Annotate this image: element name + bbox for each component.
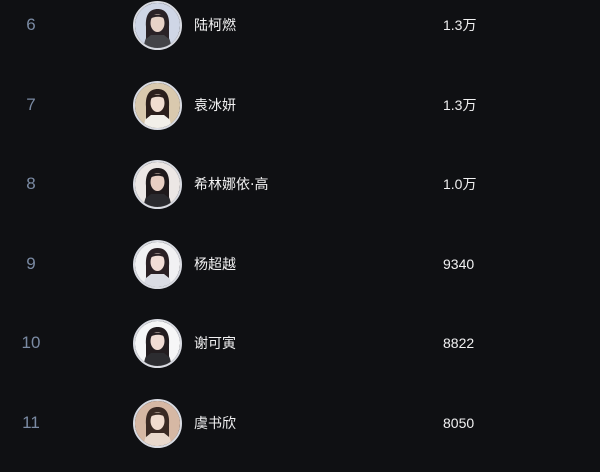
avatar[interactable]	[133, 319, 182, 368]
avatar-photo-icon	[135, 321, 180, 366]
artist-name[interactable]: 陆柯燃	[194, 15, 236, 35]
vote-count: 1.0万	[443, 176, 477, 192]
avatar[interactable]	[133, 160, 182, 209]
ranking-list: 6 陆柯燃 1.3万 7 袁冰妍 1.3万 8 希林娜依·高 1.0万 9 杨超…	[0, 0, 600, 472]
ranking-row[interactable]: 9 杨超越 9340	[0, 224, 600, 304]
artist-name[interactable]: 虞书欣	[194, 413, 236, 433]
vote-count: 8822	[443, 335, 475, 351]
rank-number: 11	[22, 413, 40, 432]
rank-number: 10	[21, 333, 41, 352]
avatar-photo-icon	[135, 3, 180, 48]
avatar[interactable]	[133, 1, 182, 50]
avatar[interactable]	[133, 399, 182, 448]
ranking-row[interactable]: 11 虞书欣 8050	[0, 383, 600, 463]
rank-number: 9	[26, 254, 36, 273]
vote-count: 8050	[443, 415, 475, 431]
avatar[interactable]	[133, 81, 182, 130]
artist-name[interactable]: 袁冰妍	[194, 95, 236, 115]
rank-number: 6	[26, 15, 36, 34]
ranking-row[interactable]: 6 陆柯燃 1.3万	[0, 0, 600, 65]
avatar[interactable]	[133, 240, 182, 289]
ranking-row[interactable]: 10 谢可寅 8822	[0, 303, 600, 383]
ranking-row[interactable]: 7 袁冰妍 1.3万	[0, 65, 600, 145]
vote-count: 9340	[443, 256, 475, 272]
avatar-photo-icon	[135, 162, 180, 207]
vote-count: 1.3万	[443, 97, 477, 113]
artist-name[interactable]: 谢可寅	[194, 333, 236, 353]
artist-name[interactable]: 希林娜依·高	[194, 174, 268, 194]
vote-count: 1.3万	[443, 17, 477, 33]
rank-number: 8	[26, 174, 36, 193]
ranking-row[interactable]: 8 希林娜依·高 1.0万	[0, 144, 600, 224]
avatar-photo-icon	[135, 83, 180, 128]
rank-number: 7	[26, 95, 36, 114]
avatar-photo-icon	[135, 401, 180, 446]
artist-name[interactable]: 杨超越	[194, 254, 236, 274]
avatar-photo-icon	[135, 242, 180, 287]
